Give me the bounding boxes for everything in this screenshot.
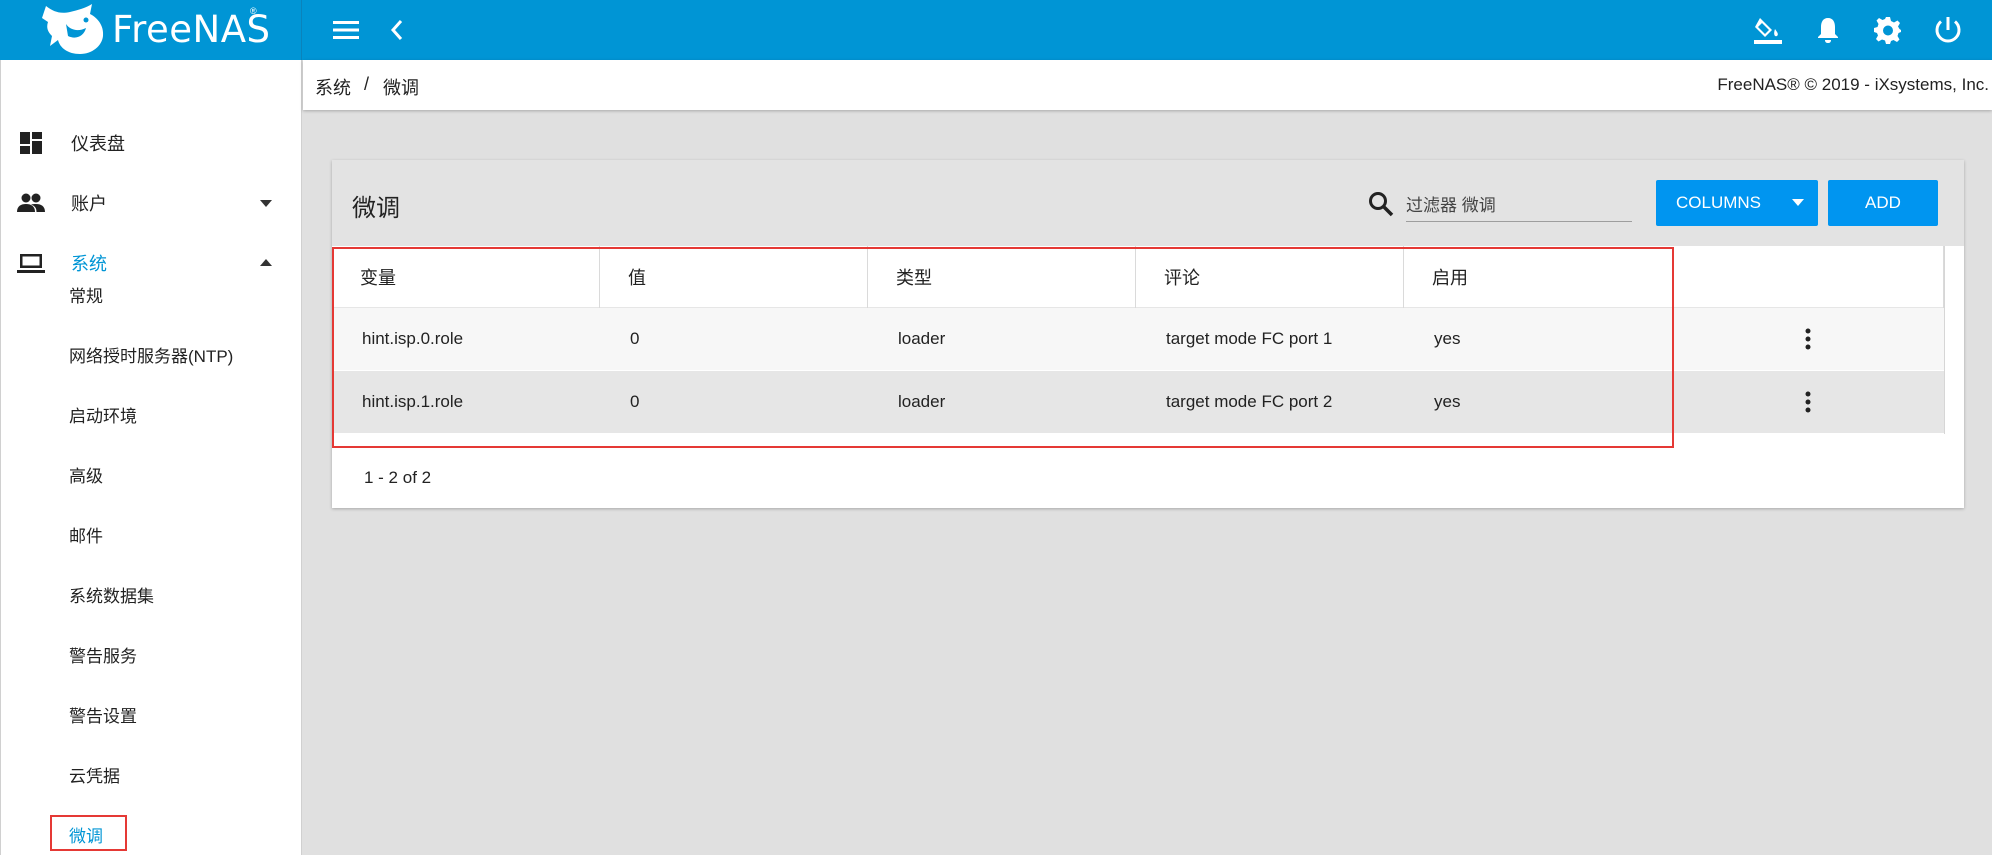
columns-button-label: COLUMNS [1676, 193, 1762, 212]
sidebar: 仪表盘 账户 系统 常规 网络授时服务器(NTP) 启动环境 高级 邮件 系统数… [0, 60, 302, 855]
dashboard-icon [17, 129, 45, 157]
freenas-shark-logo-icon [42, 4, 104, 54]
highlight-box-sidebar [50, 815, 127, 851]
sidebar-subitem-advanced[interactable]: 高级 [69, 462, 103, 487]
bell-icon[interactable] [1813, 15, 1843, 45]
sidebar-item-dashboard[interactable]: 仪表盘 [1, 113, 301, 173]
breadcrumb-parent[interactable]: 系统 [315, 74, 351, 100]
sidebar-subitem-alert-services[interactable]: 警告服务 [69, 642, 137, 667]
sidebar-item-label: 账户 [71, 194, 107, 214]
sidebar-item-label: 仪表盘 [71, 134, 125, 154]
breadcrumb-bar: 系统 / 微调 FreeNAS® © 2019 - iXsystems, Inc… [303, 60, 1992, 110]
search-icon [1369, 192, 1394, 217]
menu-icon[interactable] [331, 15, 361, 45]
sidebar-item-accounts[interactable]: 账户 [1, 173, 301, 233]
people-icon [17, 189, 45, 217]
chevron-down-icon [260, 200, 272, 207]
more-vert-icon[interactable] [1796, 390, 1820, 414]
sidebar-subitem-general[interactable]: 常规 [69, 282, 103, 307]
brand-name: FreeNAS [112, 8, 271, 51]
sidebar-subitem-email[interactable]: 邮件 [69, 522, 103, 547]
add-button-label: ADD [1865, 193, 1901, 212]
sidebar-subitem-boot-env[interactable]: 启动环境 [69, 402, 137, 427]
more-vert-icon[interactable] [1796, 327, 1820, 351]
breadcrumb-separator: / [364, 74, 370, 94]
laptop-icon [17, 249, 45, 277]
sidebar-subitem-system-dataset[interactable]: 系统数据集 [69, 582, 154, 607]
pagination-range: 1 - 2 of 2 [364, 468, 432, 487]
gear-icon[interactable] [1873, 15, 1903, 45]
chevron-up-icon [260, 259, 272, 266]
filter-input[interactable] [1406, 184, 1632, 222]
back-chevron-icon[interactable] [382, 15, 412, 45]
columns-button[interactable]: COLUMNS [1656, 180, 1818, 226]
sidebar-subitem-alert-settings[interactable]: 警告设置 [69, 702, 137, 727]
brand-trademark: ® [250, 6, 257, 16]
theme-paint-icon[interactable] [1753, 15, 1783, 45]
copyright-text: FreeNAS® © 2019 - iXsystems, Inc. [1717, 75, 1989, 94]
top-bar: FreeNAS ® [0, 0, 1992, 60]
sidebar-subitem-ntp[interactable]: 网络授时服务器(NTP) [69, 342, 233, 367]
card-header: 微调 COLUMNS ADD [332, 160, 1964, 246]
highlight-box-table [332, 247, 1674, 448]
card-title: 微调 [352, 195, 400, 222]
brand[interactable]: FreeNAS ® [0, 0, 302, 60]
sidebar-item-label: 系统 [71, 254, 107, 274]
caret-down-icon [1792, 199, 1804, 206]
table-scrollbar[interactable] [1944, 246, 1964, 434]
add-button[interactable]: ADD [1828, 180, 1938, 226]
sidebar-subitem-cloud-credentials[interactable]: 云凭据 [69, 762, 120, 787]
sidebar-item-system[interactable]: 系统 [1, 233, 301, 293]
power-icon[interactable] [1933, 15, 1963, 45]
breadcrumb-current: 微调 [383, 78, 419, 98]
